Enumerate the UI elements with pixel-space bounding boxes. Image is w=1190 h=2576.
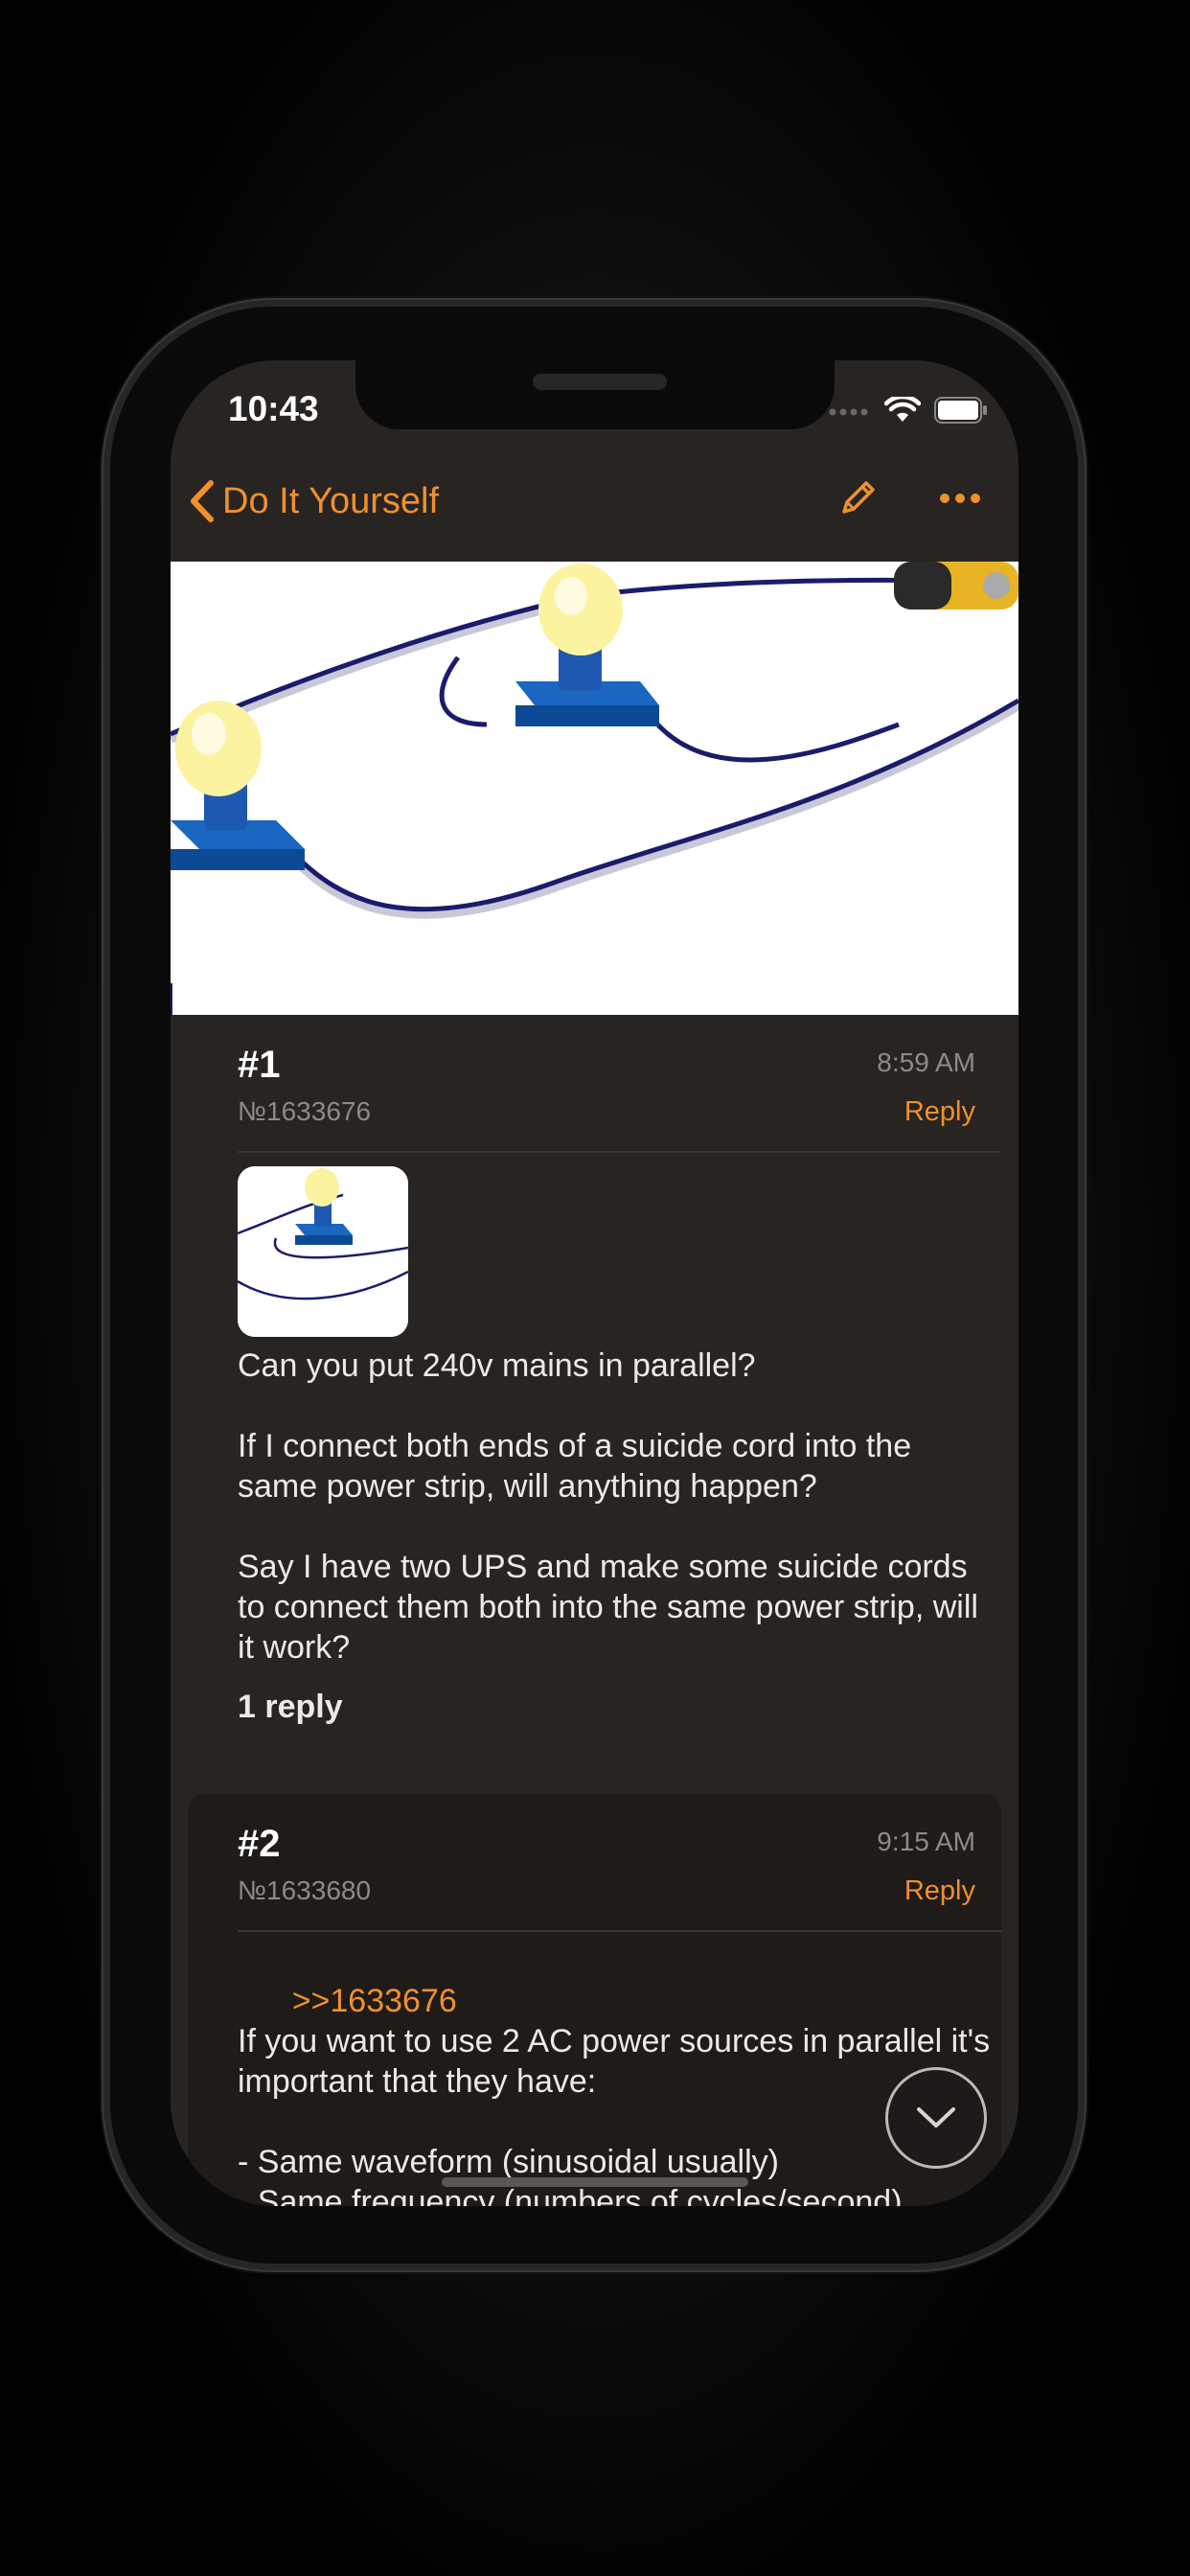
post-body: >>1633676 If you want to use 2 AC power s…: [238, 1941, 995, 2206]
back-button[interactable]: Do It Yourself: [188, 479, 439, 523]
wifi-icon: [884, 397, 921, 422]
battery-icon: [934, 397, 987, 424]
chevron-left-icon: [191, 480, 214, 522]
replies-count[interactable]: 1 reply: [238, 1689, 343, 1726]
ellipsis-icon[interactable]: [939, 493, 981, 504]
post-number: #2: [238, 1823, 281, 1865]
back-button-label: Do It Yourself: [222, 480, 440, 521]
post-number: #1: [238, 1044, 281, 1086]
post-time: 8:59 AM: [877, 1047, 975, 1077]
pencil-icon[interactable]: [836, 475, 881, 519]
home-indicator[interactable]: [442, 2177, 748, 2187]
reply-button[interactable]: Reply: [904, 1875, 975, 1907]
scroll-down-button[interactable]: [885, 2067, 987, 2169]
notch: [355, 360, 835, 429]
thread-header-image[interactable]: [171, 562, 1018, 1015]
divider: [238, 1930, 1001, 1932]
post-id: №1633680: [238, 1875, 372, 1905]
post-1: #1 8:59 AM №1633676 Reply Can you put 24…: [171, 1015, 1018, 1769]
circuit-bulbs-illustration: [171, 562, 1018, 1015]
status-icons: [829, 397, 988, 424]
post-2: #2 9:15 AM №1633680 Reply >>1633676 If yo…: [171, 1794, 1018, 2206]
post-thumbnail[interactable]: [238, 1166, 408, 1337]
app-screen: 10:43 Do It Yourself #1 8:59 AM №1633676…: [171, 360, 1018, 2206]
navigation-bar: Do It Yourself: [171, 456, 1018, 542]
post-time: 9:15 AM: [877, 1827, 975, 1856]
cellular-icon: [829, 408, 868, 416]
quote-link[interactable]: >>1633676: [292, 1983, 457, 2019]
chevron-down-icon: [917, 2107, 955, 2128]
mute-switch: [101, 583, 110, 661]
battery-illustration: [894, 562, 1018, 610]
power-button: [1078, 748, 1087, 999]
volume-up-button: [101, 728, 110, 857]
divider: [238, 1151, 1001, 1153]
reply-button[interactable]: Reply: [904, 1096, 975, 1128]
volume-down-button: [101, 889, 110, 1018]
speaker-grille: [533, 374, 667, 390]
circuit-thumbnail-image: [238, 1166, 408, 1337]
post-body: Can you put 240v mains in parallel? If I…: [238, 1347, 978, 1666]
post-id: №1633676: [238, 1096, 372, 1126]
status-time: 10:43: [228, 389, 319, 428]
